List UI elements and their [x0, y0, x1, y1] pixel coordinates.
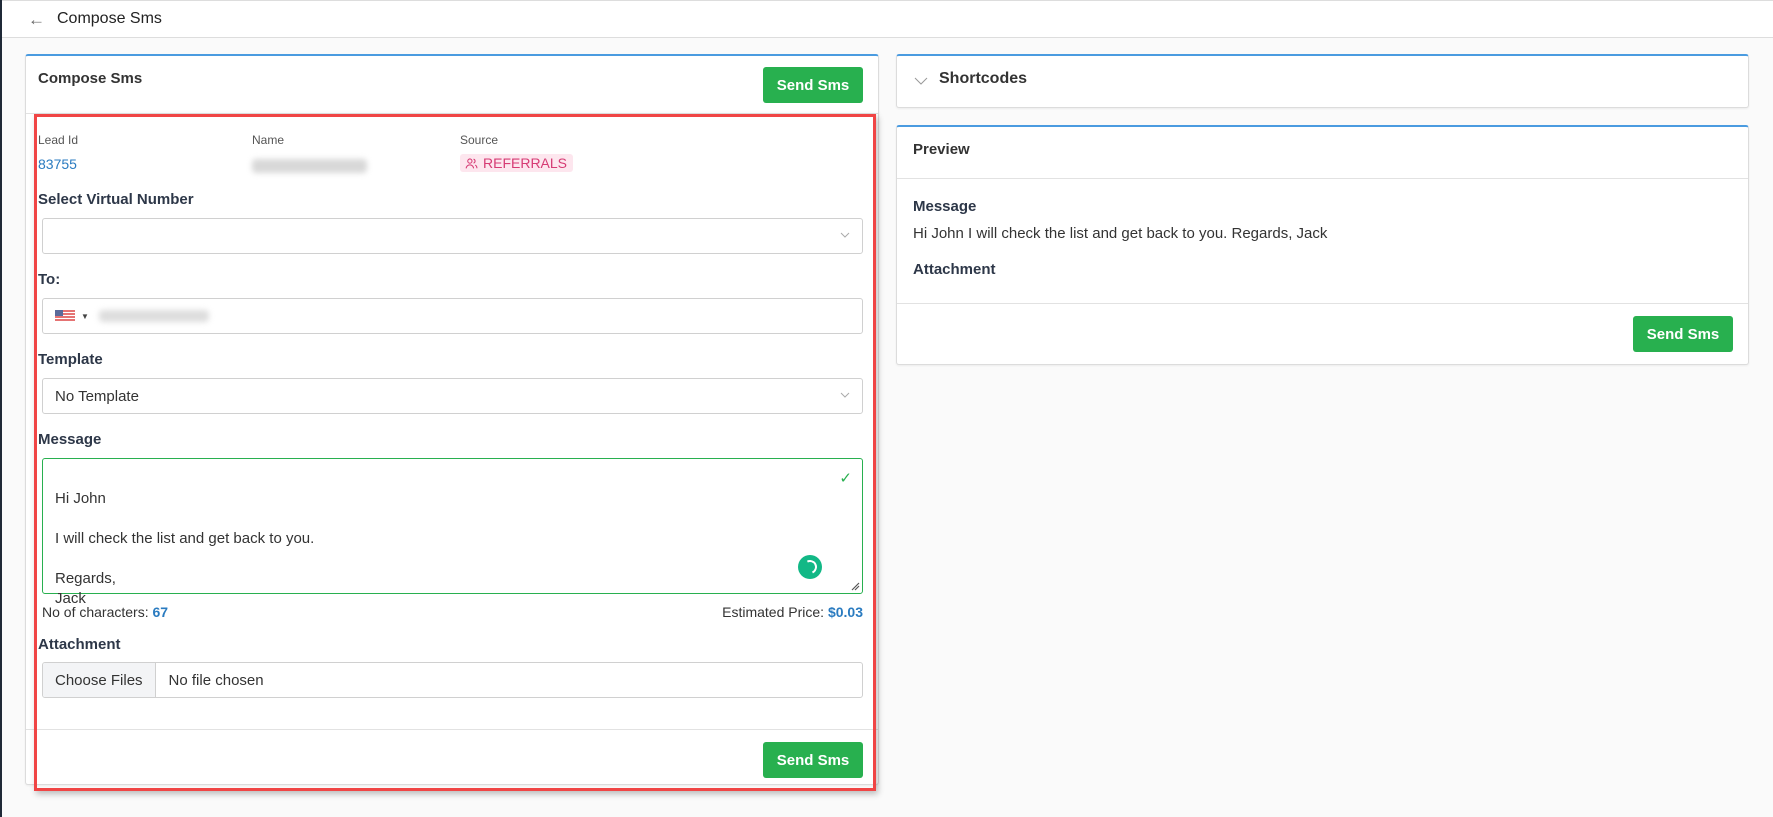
- preview-message-label: Message: [913, 198, 977, 215]
- lead-id-value[interactable]: 83755: [38, 156, 77, 172]
- char-count-value: 67: [152, 604, 169, 620]
- chevron-down-icon: [840, 392, 850, 398]
- preview-send-sms-button[interactable]: Send Sms: [1633, 316, 1733, 352]
- top-bar: ← Compose Sms: [2, 0, 1773, 38]
- caret-down-icon[interactable]: ▼: [81, 312, 89, 321]
- page-title: Compose Sms: [57, 10, 162, 27]
- source-label: Source: [460, 133, 499, 147]
- template-value: No Template: [55, 387, 139, 405]
- phone-number-redacted: [98, 310, 209, 322]
- preview-footer-divider: [897, 303, 1748, 304]
- message-textarea[interactable]: Hi John I will check the list and get ba…: [42, 458, 863, 607]
- template-select[interactable]: No Template: [42, 378, 863, 414]
- source-badge: REFERRALS: [460, 154, 574, 172]
- preview-attachment-label: Attachment: [913, 261, 996, 278]
- window-edge: [0, 0, 2, 817]
- chevron-down-icon[interactable]: [914, 76, 928, 86]
- char-count-label: No of characters:: [42, 604, 149, 620]
- preview-message-text: Hi John I will check the list and get ba…: [913, 225, 1328, 242]
- resize-handle-icon[interactable]: [850, 581, 860, 591]
- price-value: $0.03: [827, 604, 863, 620]
- preview-title: Preview: [913, 141, 970, 158]
- message-meta: No of characters: 67 Estimated Price: $0…: [42, 604, 863, 620]
- users-icon: [465, 157, 478, 168]
- source-value: REFERRALS: [483, 155, 568, 171]
- choose-files-button[interactable]: Choose Files: [43, 663, 156, 697]
- arrow-left-icon[interactable]: ←: [28, 11, 45, 28]
- compose-card: Compose Sms Send Sms Lead Id 83755 Name …: [25, 54, 879, 785]
- message-label: Message: [38, 431, 102, 448]
- shortcodes-card[interactable]: Shortcodes: [896, 54, 1749, 108]
- name-label: Name: [252, 133, 285, 147]
- us-flag-icon[interactable]: [55, 310, 75, 322]
- lead-name-redacted: [252, 159, 367, 173]
- send-sms-button-bottom[interactable]: Send Sms: [763, 742, 863, 778]
- attachment-label: Attachment: [38, 636, 121, 653]
- compose-card-title: Compose Sms: [38, 70, 143, 87]
- lead-id-label: Lead Id: [38, 133, 79, 147]
- file-status: No file chosen: [168, 671, 264, 689]
- virtual-number-select[interactable]: [42, 218, 863, 254]
- footer-divider: [26, 729, 878, 730]
- attachment-file-input[interactable]: Choose Files No file chosen: [42, 662, 863, 698]
- template-label: Template: [38, 351, 103, 368]
- message-text: Hi John I will check the list and get ba…: [55, 490, 315, 607]
- preview-card: Preview Message Hi John I will check the…: [896, 125, 1749, 365]
- check-icon: ✓: [839, 470, 852, 487]
- chevron-down-icon: [840, 232, 850, 238]
- shortcodes-title[interactable]: Shortcodes: [939, 70, 1027, 88]
- send-sms-button-top[interactable]: Send Sms: [763, 67, 863, 103]
- grammar-assistant-icon[interactable]: [798, 555, 822, 579]
- price-label: Estimated Price:: [722, 604, 825, 620]
- virtual-number-label: Select Virtual Number: [38, 191, 194, 208]
- to-label: To:: [38, 271, 61, 288]
- preview-header-divider: [897, 178, 1748, 179]
- header-divider: [26, 113, 878, 114]
- phone-input[interactable]: ▼: [42, 298, 863, 334]
